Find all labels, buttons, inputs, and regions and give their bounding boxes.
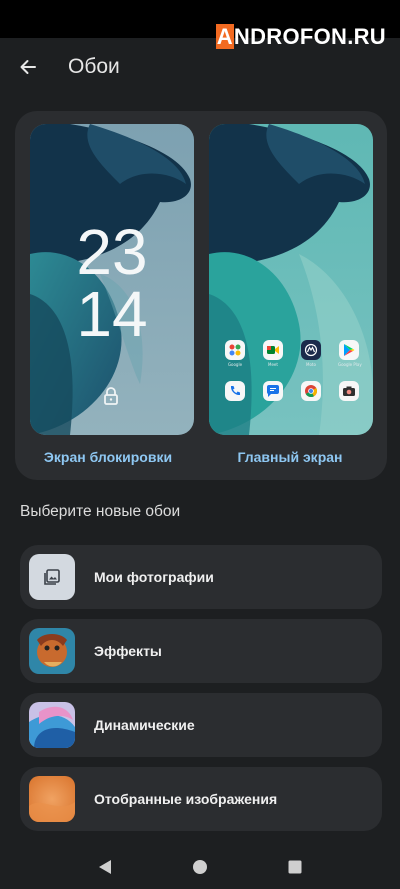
lock-clock-hours: 23 <box>76 216 148 288</box>
option-label: Отобранные изображения <box>94 791 278 807</box>
effects-thumbnail <box>29 628 75 674</box>
nav-back-icon <box>99 860 112 874</box>
app-google: Google <box>224 340 246 367</box>
option-label: Эффекты <box>94 643 162 659</box>
option-label: Мои фотографии <box>94 569 214 585</box>
back-button[interactable] <box>2 41 54 93</box>
meet-icon <box>263 340 283 360</box>
app-messages <box>262 381 284 401</box>
camera-icon <box>339 381 359 401</box>
home-screen-preview[interactable]: Google Meet Moto Google Play <box>209 124 373 435</box>
page-title: Обои <box>68 55 120 78</box>
app-meet: Meet <box>262 340 284 367</box>
app-google-play: Google Play <box>338 340 362 367</box>
option-curated[interactable]: Отобранные изображения <box>20 767 382 831</box>
curated-thumbnail <box>29 776 75 822</box>
option-effects[interactable]: Эффекты <box>20 619 382 683</box>
arrow-left-icon <box>20 60 36 74</box>
option-label: Динамические <box>94 717 195 733</box>
messages-icon <box>263 381 283 401</box>
app-phone <box>224 381 246 401</box>
option-my-photos[interactable]: Мои фотографии <box>20 545 382 609</box>
lock-screen-preview[interactable]: 23 14 <box>30 124 194 435</box>
nav-home-icon <box>192 860 207 874</box>
nav-recents-icon <box>288 860 302 874</box>
dynamic-thumbnail <box>29 702 75 748</box>
app-camera <box>338 381 360 401</box>
wallpaper-preview-card: 23 14 Google Meet Moto Google Play Экран… <box>15 111 387 480</box>
app-moto: Moto <box>300 340 322 367</box>
nav-recents-button[interactable] <box>275 847 315 887</box>
app-chrome <box>300 381 322 401</box>
lock-screen-label[interactable]: Экран блокировки <box>19 449 197 465</box>
chrome-icon <box>301 381 321 401</box>
phone-icon <box>225 381 245 401</box>
navigation-bar <box>0 845 400 889</box>
option-dynamic[interactable]: Динамические <box>20 693 382 757</box>
app-bar: Обои <box>0 38 400 96</box>
lock-clock-minutes: 14 <box>76 278 148 350</box>
section-title: Выберите новые обои <box>20 503 181 520</box>
nav-back-button[interactable] <box>85 847 125 887</box>
lock-icon <box>104 387 118 405</box>
home-screen-label[interactable]: Главный экран <box>201 449 379 465</box>
google-play-icon <box>339 340 359 360</box>
moto-icon <box>301 340 321 360</box>
google-folder-icon <box>225 340 245 360</box>
photo-gallery-icon <box>29 554 75 600</box>
home-app-grid: Google Meet Moto Google Play <box>224 340 362 415</box>
nav-home-button[interactable] <box>180 847 220 887</box>
